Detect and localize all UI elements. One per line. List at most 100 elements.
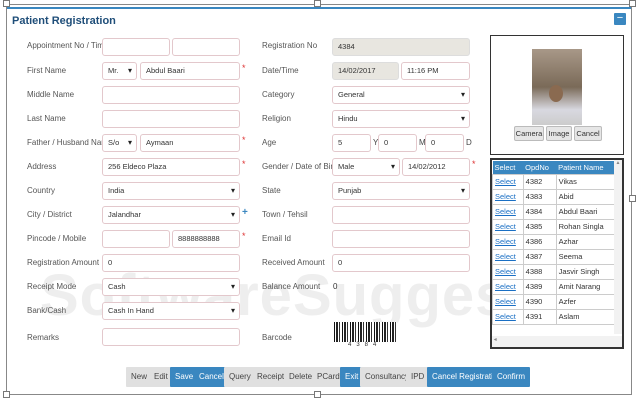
table-row: Select 4387 Seema bbox=[492, 248, 617, 265]
relation-select[interactable]: S/o bbox=[102, 134, 137, 152]
opdno-cell: 4388 bbox=[522, 263, 557, 280]
receipt-mode-select[interactable]: Cash bbox=[102, 278, 240, 296]
select-link[interactable]: Select bbox=[495, 177, 516, 186]
column-header[interactable]: Patient Name bbox=[556, 161, 616, 174]
age-label: Age bbox=[262, 138, 277, 147]
resize-handle[interactable] bbox=[314, 391, 321, 398]
category-select[interactable]: General bbox=[332, 86, 470, 104]
bank-select[interactable]: Cash In Hand bbox=[102, 302, 240, 320]
email-input[interactable] bbox=[332, 230, 470, 248]
age-years-input[interactable]: 5 bbox=[332, 134, 371, 152]
select-link[interactable]: Select bbox=[495, 222, 516, 231]
resize-handle[interactable] bbox=[314, 0, 321, 7]
select-link[interactable]: Select bbox=[495, 267, 516, 276]
country-select[interactable]: India bbox=[102, 182, 240, 200]
receipt-mode-label: Receipt Mode bbox=[27, 282, 77, 291]
time-input[interactable]: 11:16 PM bbox=[401, 62, 470, 80]
column-header[interactable]: Select bbox=[492, 161, 524, 174]
resize-handle[interactable] bbox=[629, 0, 636, 7]
table-row: Select 4385 Rohan Singla bbox=[492, 218, 617, 235]
select-link[interactable]: Select bbox=[495, 297, 516, 306]
registration-amount-input[interactable]: 0 bbox=[102, 254, 240, 272]
appointment-label: Appointment No / Time bbox=[27, 41, 109, 50]
address-label: Address bbox=[27, 162, 57, 171]
resize-handle[interactable] bbox=[629, 195, 636, 202]
city-select[interactable]: Jalandhar bbox=[102, 206, 240, 224]
opdno-cell: 4386 bbox=[522, 233, 557, 250]
town-input[interactable] bbox=[332, 206, 470, 224]
select-cell: Select bbox=[492, 188, 524, 205]
patient-name-cell: Abdul Baari bbox=[555, 203, 617, 220]
first-name-input[interactable]: Abdul Baari bbox=[140, 62, 240, 80]
table-row: Select 4386 Azhar bbox=[492, 233, 617, 250]
required-marker: * bbox=[242, 135, 246, 145]
registration-amount-label: Registration Amount bbox=[27, 258, 100, 267]
title-select[interactable]: Mr. bbox=[102, 62, 137, 80]
city-label: City / District bbox=[27, 210, 72, 219]
ipd-button[interactable]: IPD bbox=[406, 367, 430, 387]
registration-no-input: 4384 bbox=[332, 38, 470, 56]
patient-photo bbox=[532, 49, 582, 125]
first-name-label: First Name bbox=[27, 66, 67, 75]
required-marker: * bbox=[472, 159, 476, 169]
category-label: Category bbox=[262, 90, 295, 99]
table-row: Select 4389 Amit Narang bbox=[492, 278, 617, 295]
horizontal-scrollbar[interactable]: ◂ bbox=[492, 336, 622, 347]
select-link[interactable]: Select bbox=[495, 192, 516, 201]
select-link[interactable]: Select bbox=[495, 237, 516, 246]
religion-select[interactable]: Hindu bbox=[332, 110, 470, 128]
address-input[interactable]: 256 Eldeco Plaza bbox=[102, 158, 240, 176]
opdno-cell: 4383 bbox=[522, 188, 557, 205]
state-select[interactable]: Punjab bbox=[332, 182, 470, 200]
appointment-no-input[interactable] bbox=[102, 38, 170, 56]
pincode-input[interactable] bbox=[102, 230, 170, 248]
age-days-input[interactable]: 0 bbox=[425, 134, 464, 152]
gender-select[interactable]: Male bbox=[332, 158, 400, 176]
received-amount-label: Received Amount bbox=[262, 258, 325, 267]
father-name-label: Father / Husband Name bbox=[27, 138, 113, 147]
photo-cancel-button[interactable]: Cancel bbox=[574, 126, 602, 141]
vertical-scrollbar[interactable]: ▲ bbox=[614, 160, 622, 334]
last-name-input[interactable] bbox=[102, 110, 240, 128]
age-months-input[interactable]: 0 bbox=[378, 134, 417, 152]
select-link[interactable]: Select bbox=[495, 282, 516, 291]
appointment-time-input[interactable] bbox=[172, 38, 240, 56]
resize-handle[interactable] bbox=[3, 0, 10, 7]
remarks-input[interactable] bbox=[102, 328, 240, 346]
father-name-input[interactable]: Aymaan bbox=[140, 134, 240, 152]
days-unit: D bbox=[466, 138, 472, 147]
add-city-icon[interactable]: + bbox=[242, 207, 248, 218]
town-label: Town / Tehsil bbox=[262, 210, 308, 219]
barcode-digits: 4384 bbox=[348, 342, 382, 348]
balance-amount-value: 0 bbox=[333, 282, 338, 291]
middle-name-label: Middle Name bbox=[27, 90, 75, 99]
middle-name-input[interactable] bbox=[102, 86, 240, 104]
table-row: Select 4382 Vikas bbox=[492, 173, 617, 190]
camera-button[interactable]: Camera bbox=[514, 126, 544, 141]
select-cell: Select bbox=[492, 203, 524, 220]
select-link[interactable]: Select bbox=[495, 312, 516, 321]
column-header[interactable]: OpdNo bbox=[523, 161, 557, 174]
received-amount-input[interactable]: 0 bbox=[332, 254, 470, 272]
select-link[interactable]: Select bbox=[495, 252, 516, 261]
patient-name-cell: Azfer bbox=[555, 293, 617, 310]
select-cell: Select bbox=[492, 233, 524, 250]
opdno-cell: 4387 bbox=[522, 248, 557, 265]
confirm-button[interactable]: Confirm bbox=[492, 367, 531, 387]
resize-handle[interactable] bbox=[3, 391, 10, 398]
image-button[interactable]: Image bbox=[546, 126, 572, 141]
date-input: 14/02/2017 bbox=[332, 62, 399, 80]
required-marker: * bbox=[242, 231, 246, 241]
email-label: Email Id bbox=[262, 234, 291, 243]
select-link[interactable]: Select bbox=[495, 207, 516, 216]
opdno-cell: 4384 bbox=[522, 203, 557, 220]
bank-label: Bank/Cash bbox=[27, 306, 67, 315]
dob-input[interactable]: 14/02/2012 bbox=[402, 158, 470, 176]
collapse-button[interactable]: − bbox=[614, 13, 626, 25]
patient-table: Select OpdNo Patient Name Select 4382 Vi… bbox=[492, 161, 617, 325]
patient-name-cell: Rohan Singla bbox=[555, 218, 617, 235]
mobile-input[interactable]: 8888888888 bbox=[172, 230, 240, 248]
required-marker: * bbox=[242, 159, 246, 169]
opdno-cell: 4391 bbox=[522, 308, 557, 325]
table-row: Select 4391 Aslam bbox=[492, 308, 617, 325]
